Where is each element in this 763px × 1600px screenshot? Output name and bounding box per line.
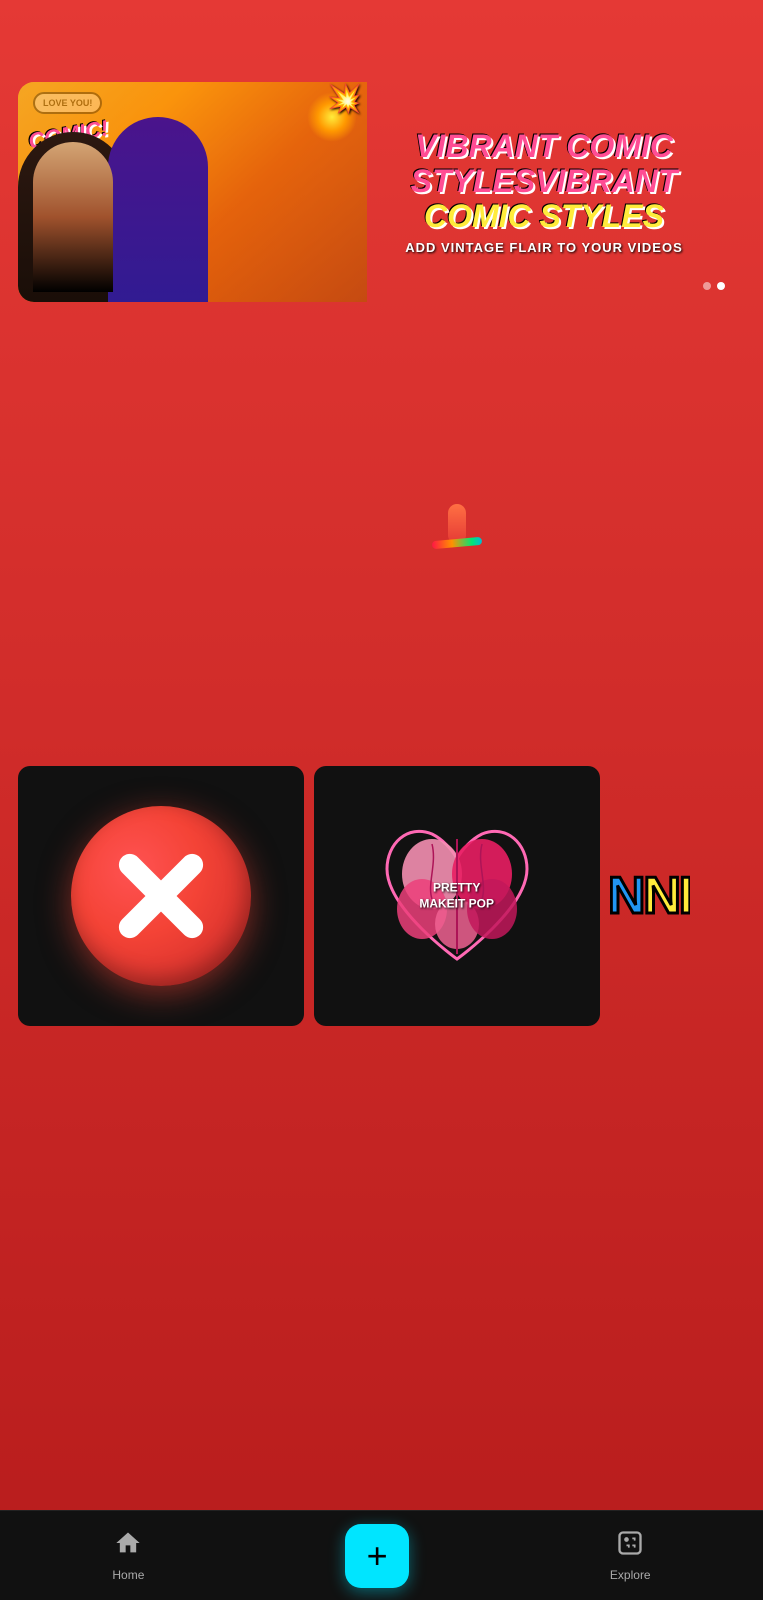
- template-card-partial: This isReels t...: [610, 380, 690, 670]
- red-circle-element: [71, 806, 251, 986]
- banner-dot-1: [703, 282, 711, 290]
- sticker-item-red-x[interactable]: Fun 3D Arrow Element 26: [18, 766, 304, 1050]
- template-item-partial[interactable]: This isReels t... Three Split Scre...: [610, 380, 690, 694]
- home-icon: [114, 1529, 142, 1564]
- create-button[interactable]: +: [345, 1524, 409, 1588]
- sticker-item-heart[interactable]: PRETTY MAKEIT POP Beautiful Cosmetics El…: [314, 766, 600, 1050]
- banner-title: VIBRANT Comic StylesVIBRANTComic Styles: [367, 129, 721, 235]
- partial-bot: [610, 598, 690, 671]
- home-label: Home: [112, 1568, 144, 1582]
- heart-text-overlay: PRETTY MAKEIT POP: [417, 880, 497, 911]
- template-grid: This is for ReelsReels for you Demo Thre…: [18, 380, 745, 694]
- nic-letters: NNI: [610, 866, 690, 926]
- x-mark-element: [111, 846, 211, 946]
- promotional-banner[interactable]: LOVE YOU! 💥 COMIC! VIBRANT Comic StylesV…: [18, 82, 745, 302]
- banner-dot-2: [717, 282, 725, 290]
- sticker-card-x: [18, 766, 304, 1026]
- explore-label: Explore: [610, 1568, 651, 1582]
- banner-subtitle: ADD VINTAGE FLAIR TO YOUR VIDEOS: [367, 240, 721, 255]
- banner-text-content: VIBRANT Comic StylesVIBRANTComic Styles …: [18, 109, 745, 276]
- template-section: Template More ►: [0, 330, 763, 694]
- banner-dots: [703, 282, 725, 290]
- nav-explore[interactable]: Explore: [586, 1521, 675, 1590]
- sticker-card-heart: PRETTY MAKEIT POP: [314, 766, 600, 1026]
- nav-home[interactable]: Home: [88, 1521, 168, 1590]
- heart-element: PRETTY MAKEIT POP: [377, 816, 537, 976]
- bottom-navigation: Home + Explore: [0, 1510, 763, 1600]
- explore-icon: [616, 1529, 644, 1564]
- plus-icon: +: [367, 1538, 388, 1574]
